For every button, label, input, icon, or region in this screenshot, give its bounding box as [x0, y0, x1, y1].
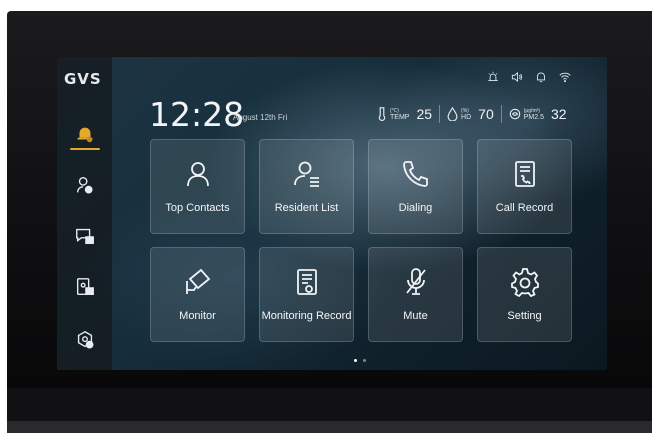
tile-label: Resident List	[274, 202, 339, 214]
status-bar	[486, 69, 572, 85]
tile-monitor[interactable]: Monitor	[150, 247, 245, 342]
device-base	[7, 421, 652, 433]
tile-label: Mute	[403, 310, 428, 322]
page-indicator[interactable]	[354, 359, 366, 362]
tile-label: Top Contacts	[165, 202, 230, 214]
air-quality-icon	[509, 108, 521, 120]
tile-label: Call Record	[495, 202, 554, 214]
tile-dialing[interactable]: Dialing	[368, 139, 463, 234]
tile-mute[interactable]: Mute	[368, 247, 463, 342]
call-record-icon	[514, 161, 535, 187]
thermometer-icon	[378, 107, 386, 121]
tile-label: Dialing	[398, 202, 433, 214]
page-dot-2[interactable]	[363, 359, 366, 362]
tile-label: Monitor	[179, 310, 216, 322]
clock-time: 12:28	[149, 95, 245, 134]
screen: GVS 12:28 August 12th Fri (℃) TEMP 25 (%…	[57, 57, 607, 370]
door-panel-icon	[76, 278, 94, 296]
phone-icon	[402, 161, 428, 187]
humidity-reading: (%) HD 70	[447, 106, 494, 122]
sidebar-item-home[interactable]	[70, 119, 100, 149]
pm25-reading: (μg/m³) PM2.5 32	[509, 106, 567, 122]
clock-date: August 12th Fri	[233, 113, 288, 122]
tile-top-contacts[interactable]: Top Contacts	[150, 139, 245, 234]
humidity-label: HD	[461, 113, 472, 121]
mic-off-icon	[405, 268, 426, 295]
resident-list-icon	[293, 161, 319, 187]
sidebar-item-system[interactable]	[70, 325, 100, 355]
wifi-icon[interactable]	[558, 70, 572, 84]
sidebar-item-messages[interactable]	[70, 221, 100, 251]
bell-off-icon[interactable]	[534, 70, 548, 84]
temp-value: 25	[416, 106, 433, 122]
page-dot-1[interactable]	[354, 359, 357, 362]
temperature-reading: (℃) TEMP 25	[377, 106, 432, 122]
sidebar-active-indicator	[70, 148, 100, 150]
droplet-icon	[447, 107, 458, 121]
speaker-icon[interactable]	[510, 70, 524, 84]
camera-icon	[185, 268, 210, 294]
tile-resident-list[interactable]: Resident List	[259, 139, 354, 234]
bell-icon	[77, 127, 93, 143]
tile-label: Monitoring Record	[261, 310, 352, 322]
person-icon	[186, 162, 209, 187]
pm-value: 32	[550, 106, 567, 122]
intercom-user-icon	[76, 176, 93, 194]
temp-label: TEMP	[390, 113, 410, 121]
sidebar-item-door[interactable]	[70, 272, 100, 302]
message-icon	[76, 228, 94, 245]
tile-call-record[interactable]: Call Record	[477, 139, 572, 234]
tile-label: Setting	[507, 310, 542, 322]
device-bezel-bottom	[7, 388, 652, 421]
sidebar-item-intercom[interactable]	[70, 170, 100, 200]
gvs-logo: GVS	[64, 70, 102, 88]
tile-monitoring-record[interactable]: Monitoring Record	[259, 247, 354, 342]
environment-panel: (℃) TEMP 25 (%) HD 70 (μg/m³) PM2.5 32	[377, 103, 567, 125]
alarm-icon[interactable]	[486, 70, 500, 84]
tile-setting[interactable]: Setting	[477, 247, 572, 342]
monitoring-record-icon	[296, 269, 317, 295]
sidebar: GVS	[57, 57, 112, 370]
gear-icon	[510, 268, 539, 298]
divider	[439, 105, 441, 123]
pm-label: PM2.5	[523, 113, 544, 121]
settings-hex-icon	[77, 330, 94, 349]
divider	[500, 105, 502, 123]
humidity-value: 70	[478, 106, 494, 122]
